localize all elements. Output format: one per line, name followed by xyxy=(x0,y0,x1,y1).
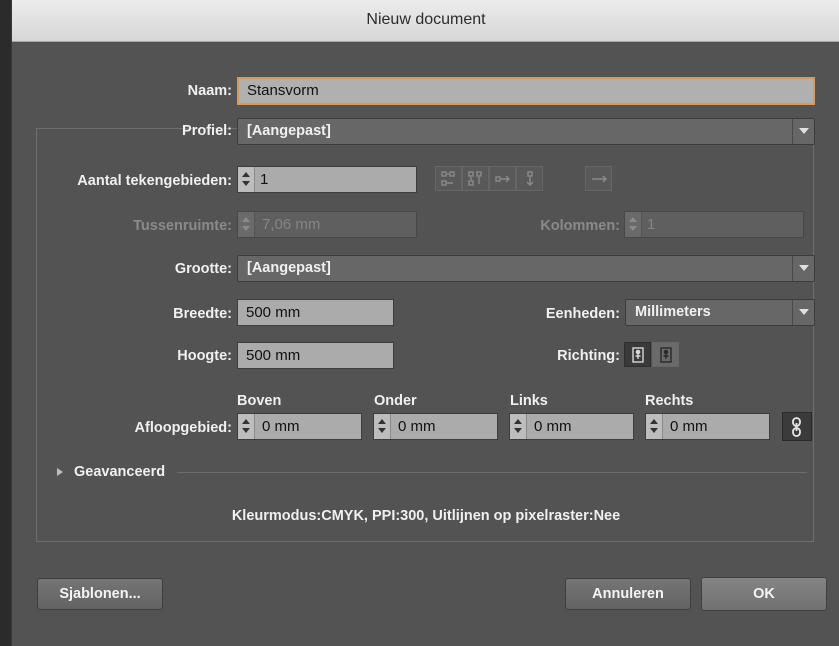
bleed-bottom-stepper[interactable]: 0 mm xyxy=(373,413,498,440)
artboards-stepper[interactable]: 1 xyxy=(237,166,417,193)
ok-button[interactable]: OK xyxy=(701,577,827,611)
bleed-right-label: Rechts xyxy=(645,393,694,409)
width-input[interactable]: 500 mm xyxy=(237,299,394,326)
name-label: Naam: xyxy=(187,83,232,99)
columns-label: Kolommen: xyxy=(540,218,620,234)
units-label: Eenheden: xyxy=(545,306,620,322)
arrange-by-row-icon[interactable] xyxy=(489,166,516,191)
window-title: Nieuw document xyxy=(366,11,486,28)
stepper-arrows-icon[interactable] xyxy=(238,212,255,237)
chevron-down-icon xyxy=(792,256,814,281)
height-label: Hoogte: xyxy=(177,348,232,364)
bleed-left-stepper[interactable]: 0 mm xyxy=(509,413,634,440)
height-input[interactable]: 500 mm xyxy=(237,342,394,369)
bleed-right-stepper[interactable]: 0 mm xyxy=(645,413,770,440)
artboards-label: Aantal tekengebieden: xyxy=(77,173,232,189)
name-input[interactable]: Stansvorm xyxy=(237,77,815,105)
bleed-left-label: Links xyxy=(510,393,548,409)
grid-by-column-icon[interactable] xyxy=(462,166,489,191)
width-label: Breedte: xyxy=(173,306,232,322)
advanced-toggle[interactable]: Geavanceerd xyxy=(74,464,165,480)
spacing-label: Tussenruimte: xyxy=(133,218,232,234)
arrange-by-column-icon[interactable] xyxy=(516,166,543,191)
orientation-label: Richting: xyxy=(557,348,620,364)
new-document-dialog: Nieuw document Naam: Stansvorm Profiel: … xyxy=(11,0,839,646)
stepper-arrows-icon[interactable] xyxy=(238,414,255,439)
profile-dropdown[interactable]: [Aangepast] xyxy=(237,118,815,145)
size-label: Grootte: xyxy=(174,261,232,277)
stepper-arrows-icon[interactable] xyxy=(625,212,642,237)
cancel-button[interactable]: Annuleren xyxy=(565,578,691,610)
link-chain-icon[interactable] xyxy=(782,412,812,441)
chevron-down-icon xyxy=(792,119,814,144)
bleed-top-stepper[interactable]: 0 mm xyxy=(237,413,362,440)
disclosure-triangle-icon[interactable] xyxy=(57,468,63,476)
landscape-orientation-icon[interactable] xyxy=(652,342,679,367)
size-dropdown[interactable]: [Aangepast] xyxy=(237,255,815,282)
stepper-arrows-icon[interactable] xyxy=(374,414,391,439)
bleed-top-label: Boven xyxy=(237,393,282,409)
portrait-orientation-icon[interactable] xyxy=(624,342,651,367)
grid-by-row-icon[interactable] xyxy=(435,166,462,191)
profile-label: Profiel: xyxy=(182,123,232,139)
units-dropdown[interactable]: Millimeters xyxy=(625,299,815,326)
columns-stepper[interactable]: 1 xyxy=(624,211,804,238)
bleed-bottom-label: Onder xyxy=(374,393,417,409)
spacing-stepper[interactable]: 7,06 mm xyxy=(237,211,417,238)
stepper-arrows-icon[interactable] xyxy=(238,167,255,192)
bleed-label: Afloopgebied: xyxy=(134,420,232,436)
title-bar: Nieuw document xyxy=(12,0,839,42)
advanced-divider xyxy=(177,472,807,473)
stepper-arrows-icon[interactable] xyxy=(510,414,527,439)
right-to-left-icon[interactable] xyxy=(585,166,612,191)
templates-button[interactable]: Sjablonen... xyxy=(37,578,163,610)
chevron-down-icon xyxy=(792,300,814,325)
document-summary: Kleurmodus:CMYK, PPI:300, Uitlijnen op p… xyxy=(231,508,621,524)
stepper-arrows-icon[interactable] xyxy=(646,414,663,439)
